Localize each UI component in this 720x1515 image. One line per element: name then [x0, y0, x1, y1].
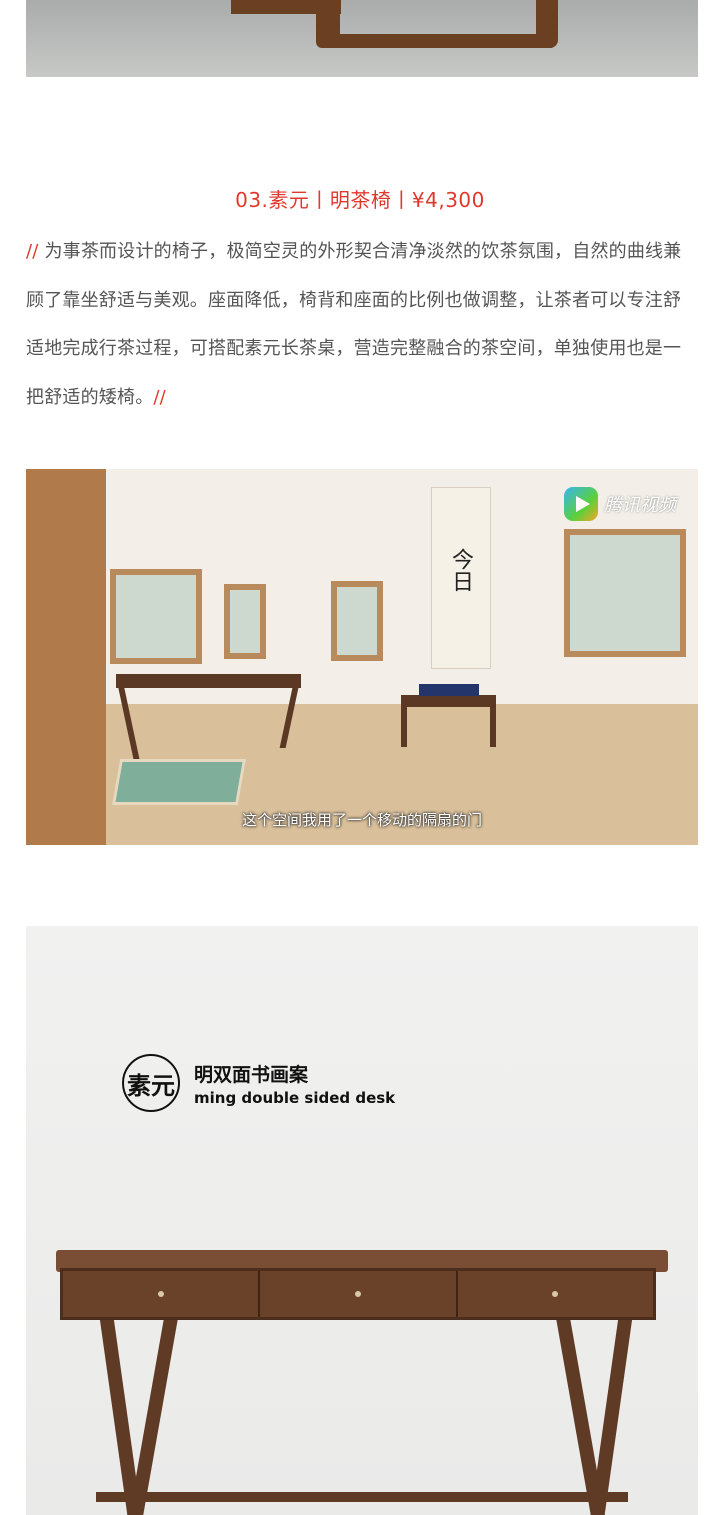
chair-seat	[401, 695, 496, 707]
window-small	[224, 584, 266, 659]
blue-cushion	[419, 684, 479, 696]
tencent-video-play-icon	[564, 487, 598, 521]
desc-close-mark: //	[153, 386, 166, 408]
product-name-en: ming double sided desk	[194, 1088, 396, 1107]
chair-bottom-rail	[316, 34, 556, 48]
drawer	[63, 1271, 261, 1317]
tea-table-top	[116, 674, 301, 688]
chair-leg	[490, 707, 496, 747]
brand-text: 明双面书画案 ming double sided desk	[194, 1060, 395, 1107]
desk-stretcher	[96, 1492, 628, 1502]
product-name-cn: 明双面书画案	[194, 1063, 309, 1086]
product-caption: 03.素元丨明茶椅丨¥4,300	[235, 188, 485, 212]
video-subtitle: 这个空间我用了一个移动的隔扇的门	[241, 811, 482, 829]
desc-open-mark: //	[26, 241, 39, 262]
product-description: // 为事茶而设计的椅子，极简空灵的外形契合清净淡然的饮茶氛围，自然的曲线兼顾了…	[26, 228, 698, 422]
chair-photo	[26, 0, 698, 77]
drawer-knob-icon	[354, 1291, 361, 1297]
desk-drawers	[60, 1268, 656, 1320]
scroll-text: 今日	[448, 548, 473, 592]
calligraphy-scroll: 今日	[431, 487, 491, 669]
window-left	[110, 569, 202, 664]
desk-leg	[128, 1320, 178, 1515]
desk-leg	[589, 1320, 633, 1515]
drawer-knob-icon	[157, 1291, 164, 1297]
floor-cushion	[111, 759, 247, 805]
window-mid	[331, 581, 383, 661]
drawer-knob-icon	[552, 1291, 559, 1297]
door-frame	[26, 469, 106, 845]
video-logo-text: 腾讯视频	[604, 495, 676, 516]
suyuan-seal-logo: 素元	[122, 1054, 180, 1112]
chair-leg	[401, 707, 407, 747]
desc-body: 为事茶而设计的椅子，极简空灵的外形契合清净淡然的饮茶氛围，自然的曲线兼顾了靠坐舒…	[26, 241, 682, 408]
drawer	[458, 1271, 653, 1317]
room-video-frame[interactable]: 今日 腾讯视频 这个空间我用了一个移动的隔扇的门	[26, 469, 698, 845]
brand-block: 素元 明双面书画案 ming double sided desk	[122, 1054, 395, 1112]
video-logo: 腾讯视频	[564, 487, 676, 521]
desk-photo: 素元 明双面书画案 ming double sided desk	[26, 926, 698, 1515]
drawer	[260, 1271, 458, 1317]
chair-leg-right	[536, 0, 558, 48]
window-right	[564, 529, 686, 657]
